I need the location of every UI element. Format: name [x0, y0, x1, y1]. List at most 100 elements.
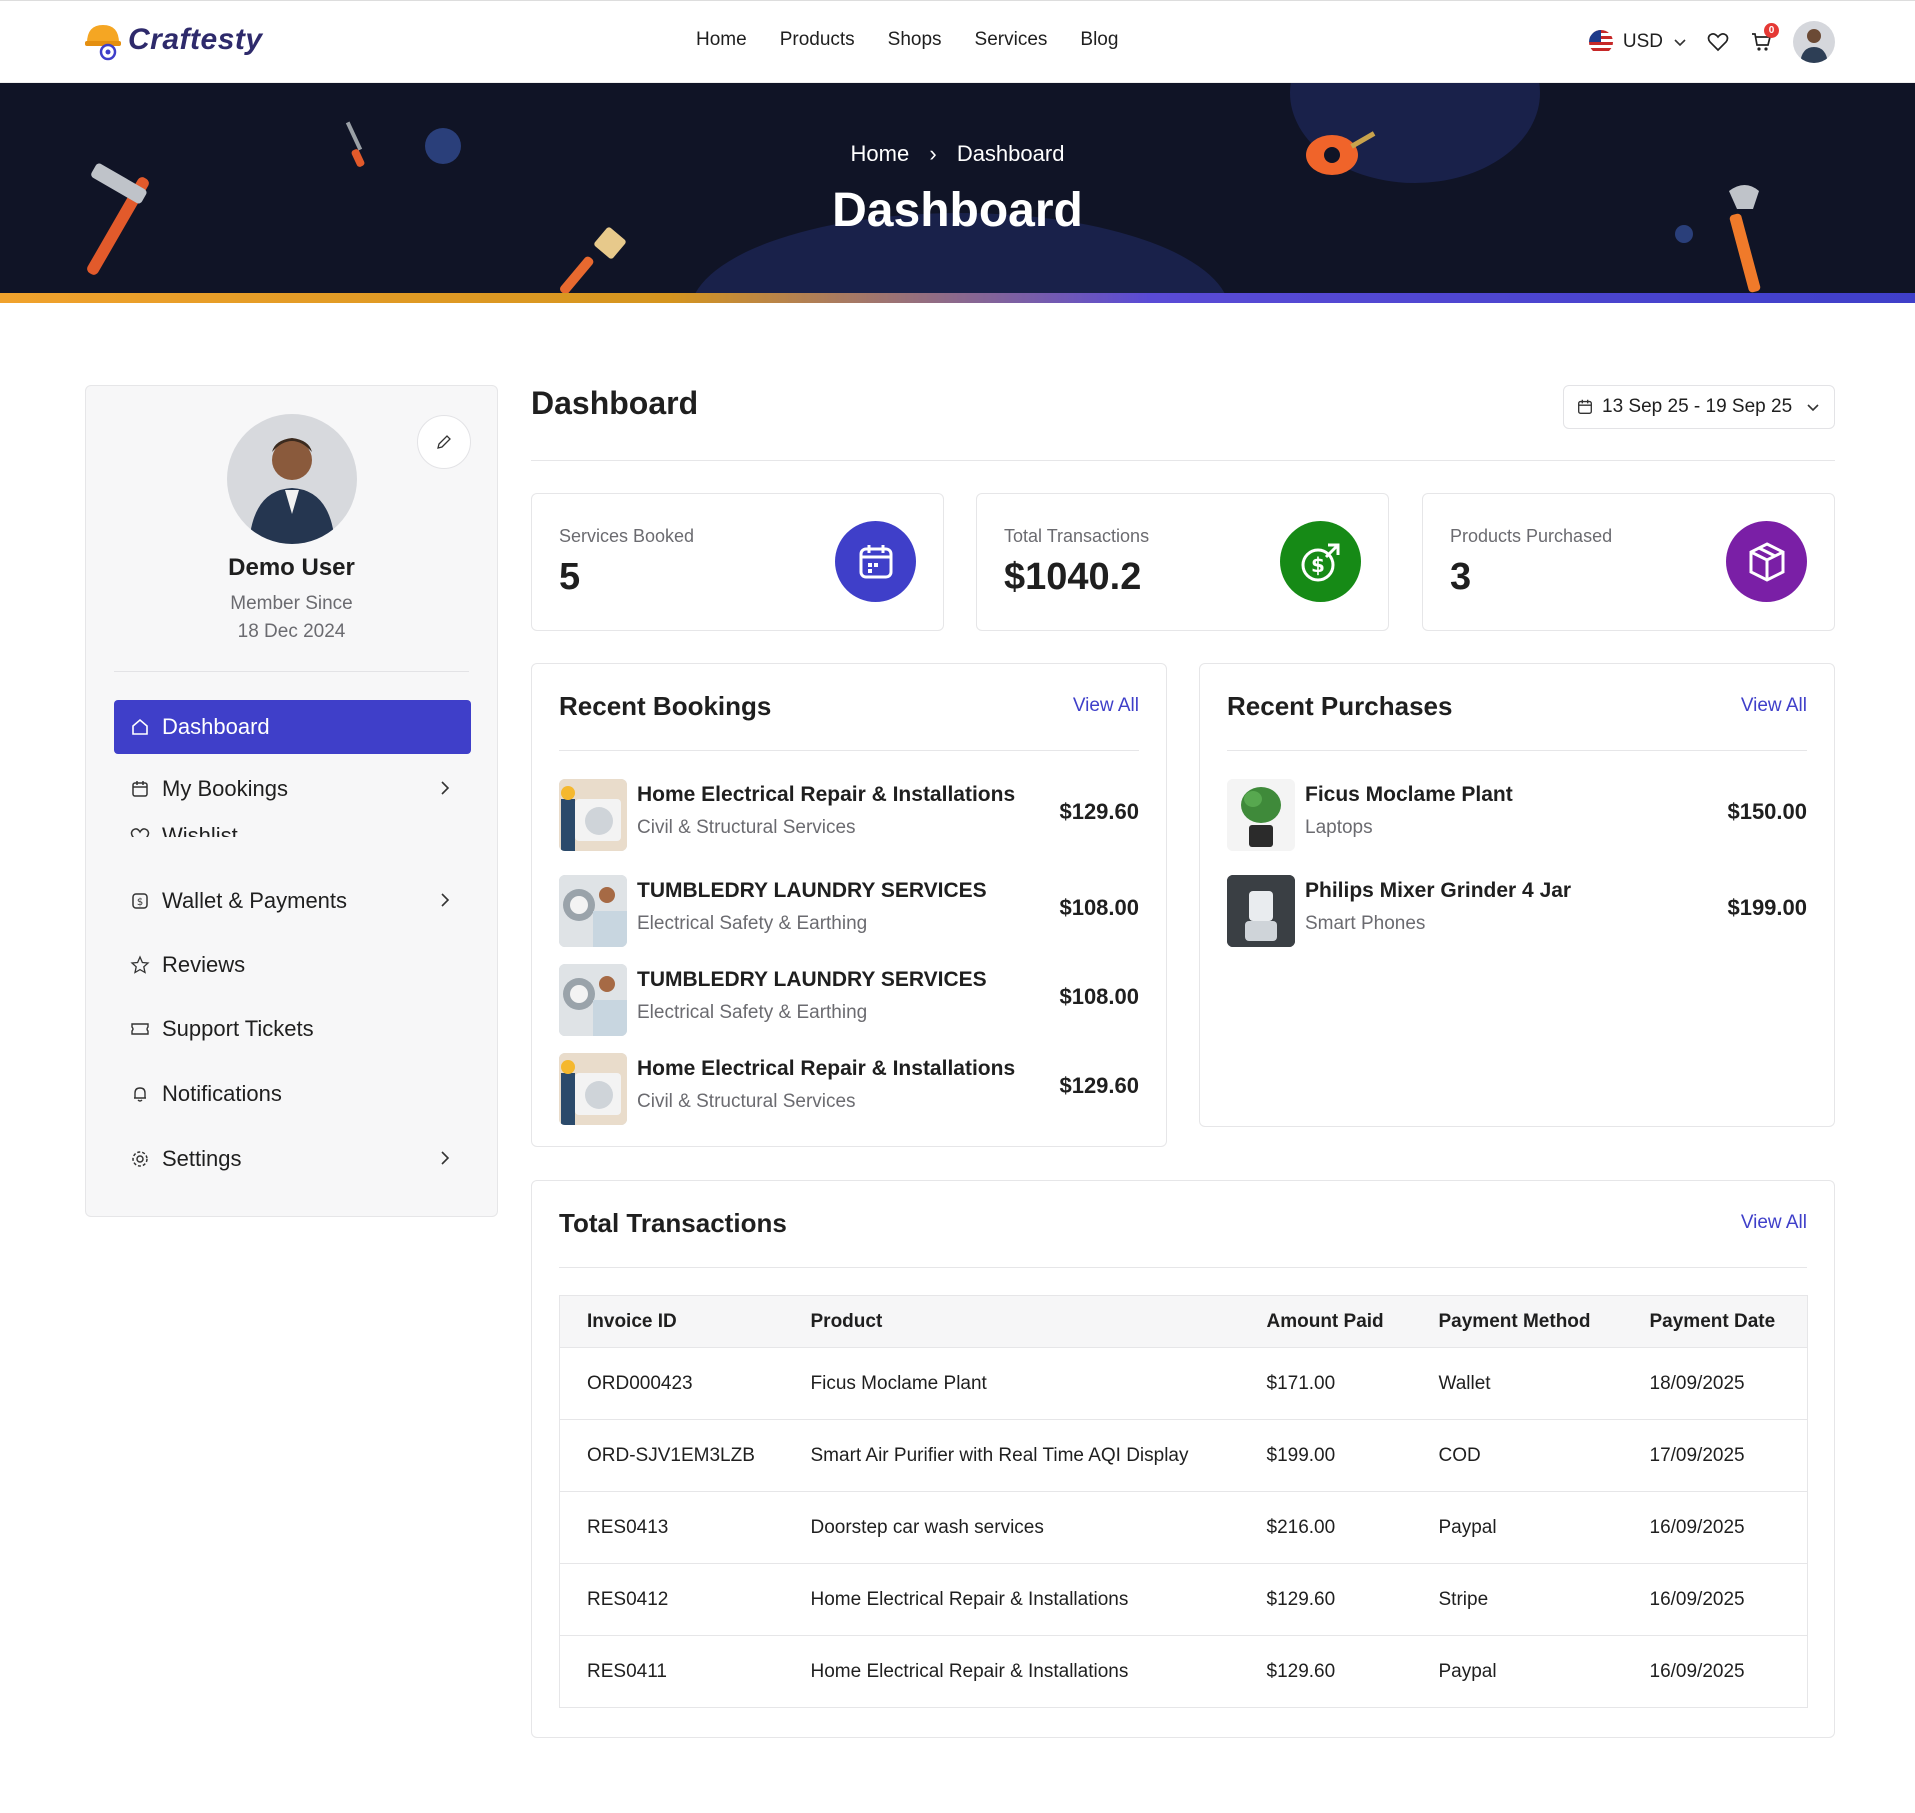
chevron-down-icon	[1674, 39, 1686, 47]
sidebar-divider	[114, 671, 469, 672]
purchase-title: Philips Mixer Grinder 4 Jar	[1305, 879, 1572, 902]
calendar-icon	[132, 781, 148, 797]
list-item[interactable]: Home Electrical Repair & Installations C…	[559, 779, 1139, 855]
us-flag-icon	[1588, 30, 1613, 54]
sidebar-item-my-bookings[interactable]: My Bookings	[114, 762, 471, 816]
table-row[interactable]: RES0412 Home Electrical Repair & Install…	[559, 1563, 1808, 1636]
list-item[interactable]: TUMBLEDRY LAUNDRY SERVICES Electrical Sa…	[559, 875, 1139, 951]
user-avatar[interactable]	[1793, 21, 1835, 63]
sidebar-item-settings[interactable]: Settings	[114, 1132, 471, 1186]
booking-category: Civil & Structural Services	[637, 817, 856, 838]
currency-selector[interactable]: USD	[1588, 30, 1687, 54]
list-item[interactable]: Home Electrical Repair & Installations C…	[559, 1053, 1139, 1129]
cell-method: Paypal	[1411, 1491, 1623, 1564]
ticket-icon	[131, 1023, 149, 1035]
sidebar-item-label: Notifications	[162, 1081, 282, 1106]
date-range-label: 13 Sep 25 - 19 Sep 25	[1602, 396, 1793, 417]
card-title: Total Transactions	[559, 1208, 787, 1238]
nav-blog[interactable]: Blog	[1080, 29, 1118, 51]
cell-date: 18/09/2025	[1622, 1347, 1808, 1420]
sidebar-item-label: Settings	[162, 1146, 242, 1171]
sidebar-item-reviews[interactable]: Reviews	[114, 938, 471, 992]
sidebar-item-label: Support Tickets	[162, 1016, 314, 1041]
logo[interactable]: Craftesty	[84, 19, 263, 61]
member-since-date: 18 Dec 2024	[237, 621, 346, 642]
cell-amount: $129.60	[1239, 1635, 1412, 1708]
box-icon	[1726, 521, 1807, 602]
stat-value: 3	[1450, 556, 1472, 598]
table-row[interactable]: RES0413 Doorstep car wash services $216.…	[559, 1491, 1808, 1564]
profile-photo	[227, 414, 357, 544]
sidebar-item-wishlist[interactable]: Wishlist	[114, 813, 471, 837]
page-hero: Home › Dashboard Dashboard	[0, 83, 1915, 303]
date-range-picker[interactable]: 13 Sep 25 - 19 Sep 25	[1563, 385, 1835, 429]
bookings-view-all-link[interactable]: View All	[1073, 695, 1139, 717]
booking-price: $129.60	[1059, 799, 1139, 824]
currency-label: USD	[1622, 31, 1663, 52]
cell-amount: $129.60	[1239, 1563, 1412, 1636]
sidebar-item-label: My Bookings	[162, 776, 288, 801]
logo-text: Craftesty	[128, 23, 263, 56]
stat-total-transactions: Total Transactions $1040.2 $	[976, 493, 1389, 631]
list-item[interactable]: Philips Mixer Grinder 4 Jar Smart Phones…	[1227, 875, 1807, 951]
cell-invoice-id: RES0413	[559, 1491, 784, 1564]
cell-amount: $171.00	[1239, 1347, 1412, 1420]
pencil-icon	[437, 435, 451, 449]
card-divider	[559, 750, 1139, 751]
stat-services-booked: Services Booked 5	[531, 493, 944, 631]
wishlist-button[interactable]	[1705, 29, 1731, 55]
booking-title: Home Electrical Repair & Installations	[637, 1057, 1016, 1080]
svg-text:$: $	[1311, 553, 1325, 577]
member-since: Member Since 18 Dec 2024	[86, 590, 497, 646]
calendar-icon	[835, 521, 916, 602]
nav-shops[interactable]: Shops	[888, 29, 942, 51]
cell-amount: $199.00	[1239, 1419, 1412, 1492]
sidebar-item-dashboard[interactable]: Dashboard	[114, 700, 471, 754]
transactions-view-all-link[interactable]: View All	[1741, 1212, 1807, 1234]
list-item[interactable]: Ficus Moclame Plant Laptops $150.00	[1227, 779, 1807, 855]
recent-bookings-card: Recent Bookings View All Home Electrical…	[531, 663, 1167, 1147]
page-title: Dashboard	[531, 385, 699, 421]
sidebar-item-support-tickets[interactable]: Support Tickets	[114, 1002, 471, 1056]
cell-invoice-id: ORD000423	[559, 1347, 784, 1420]
purchases-view-all-link[interactable]: View All	[1741, 695, 1807, 717]
breadcrumb-home[interactable]: Home	[851, 141, 910, 166]
cell-amount: $216.00	[1239, 1491, 1412, 1564]
hero-gradient-bar	[0, 293, 1915, 303]
cell-product: Smart Air Purifier with Real Time AQI Di…	[783, 1419, 1240, 1492]
table-row[interactable]: ORD-SJV1EM3LZB Smart Air Purifier with R…	[559, 1419, 1808, 1492]
nav-home[interactable]: Home	[696, 29, 747, 51]
cell-method: Wallet	[1411, 1347, 1623, 1420]
card-title: Recent Purchases	[1227, 691, 1453, 721]
cell-method: COD	[1411, 1419, 1623, 1492]
heart-icon	[130, 828, 150, 837]
table-row[interactable]: RES0411 Home Electrical Repair & Install…	[559, 1635, 1808, 1708]
sidebar-item-wallet-payments[interactable]: $ Wallet & Payments	[114, 874, 471, 928]
cell-product: Ficus Moclame Plant	[783, 1347, 1240, 1420]
cell-date: 16/09/2025	[1622, 1563, 1808, 1636]
column-header: Amount Paid	[1239, 1295, 1412, 1348]
service-thumbnail	[559, 964, 627, 1036]
sidebar-item-label: Dashboard	[162, 714, 270, 739]
stat-value: 5	[559, 556, 581, 598]
table-row[interactable]: ORD000423 Ficus Moclame Plant $171.00 Wa…	[559, 1347, 1808, 1420]
nav-products[interactable]: Products	[780, 29, 855, 51]
booking-category: Civil & Structural Services	[637, 1091, 856, 1112]
list-item[interactable]: TUMBLEDRY LAUNDRY SERVICES Electrical Sa…	[559, 964, 1139, 1040]
nav-services[interactable]: Services	[975, 29, 1048, 51]
star-icon	[130, 955, 150, 974]
booking-title: TUMBLEDRY LAUNDRY SERVICES	[637, 879, 987, 902]
cart-button[interactable]: 0	[1749, 23, 1779, 55]
title-divider	[531, 460, 1835, 461]
svg-text:$: $	[137, 897, 143, 908]
helmet-icon	[84, 19, 122, 61]
sidebar: Demo User Member Since 18 Dec 2024 Dashb…	[85, 385, 498, 1217]
heart-icon	[1707, 33, 1729, 52]
edit-profile-button[interactable]	[417, 415, 471, 469]
table-header-row: Invoice ID Product Amount Paid Payment M…	[559, 1295, 1808, 1348]
cell-invoice-id: ORD-SJV1EM3LZB	[559, 1419, 784, 1492]
stat-label: Services Booked	[559, 526, 695, 546]
booking-category: Electrical Safety & Earthing	[637, 1002, 868, 1023]
sidebar-item-notifications[interactable]: Notifications	[114, 1067, 471, 1121]
cell-date: 17/09/2025	[1622, 1419, 1808, 1492]
